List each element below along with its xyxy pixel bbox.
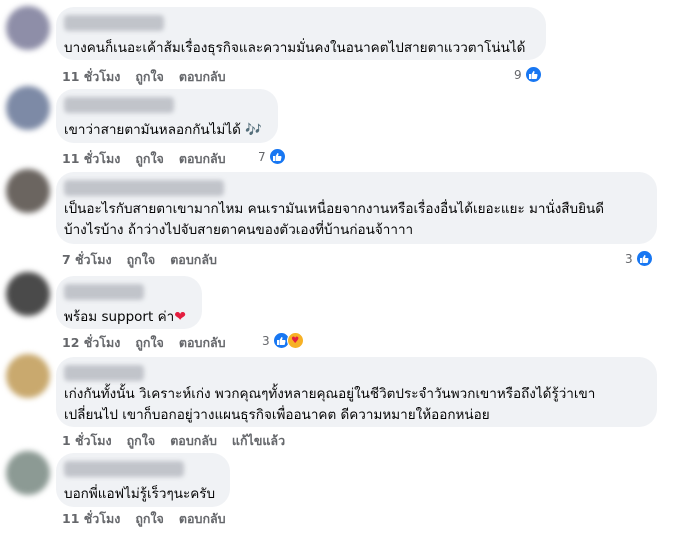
comment-text: เก่งกันทั้งนั้น วิเคราะห์เก่ง พวกคุณๆทั้… (64, 386, 596, 423)
like-button[interactable]: ถูกใจ (135, 509, 164, 529)
author-name[interactable] (64, 180, 224, 196)
comment-actions: 11 ชั่วโมง ถูกใจ ตอบกลับ (62, 509, 226, 529)
comment-text: บางคนก็เนอะเค้าส้มเรื่องธุรกิจและความมั่… (64, 40, 526, 56)
comment-actions: 11 ชั่วโมง ถูกใจ ตอบกลับ (62, 67, 226, 87)
like-button[interactable]: ถูกใจ (135, 149, 164, 169)
avatar[interactable] (6, 451, 50, 495)
thumbs-up-icon (268, 148, 286, 165)
author-name[interactable] (64, 461, 184, 477)
like-button[interactable]: ถูกใจ (135, 333, 164, 353)
reaction-count[interactable]: 3 (625, 250, 653, 267)
author-name[interactable] (64, 284, 144, 300)
avatar[interactable] (6, 354, 50, 398)
reaction-count[interactable]: 7 (258, 148, 286, 165)
like-button[interactable]: ถูกใจ (135, 67, 164, 87)
timestamp[interactable]: 11 ชั่วโมง (62, 67, 120, 87)
comment-bubble: เป็นอะไรกับสายตาเขามากไหม คนเรามันเหนื่อ… (56, 172, 657, 244)
comment-bubble: พร้อม support ค่า❤ (56, 276, 202, 329)
heart-emoji: ❤ (174, 309, 186, 325)
author-name[interactable] (64, 15, 164, 31)
like-button[interactable]: ถูกใจ (127, 431, 156, 451)
reply-button[interactable]: ตอบกลับ (179, 67, 226, 87)
reply-button[interactable]: ตอบกลับ (179, 149, 226, 169)
comment-actions: 11 ชั่วโมง ถูกใจ ตอบกลับ (62, 149, 226, 169)
thumbs-up-icon (524, 66, 542, 83)
thumbs-up-icon (635, 250, 653, 267)
timestamp[interactable]: 11 ชั่วโมง (62, 509, 120, 529)
timestamp[interactable]: 7 ชั่วโมง (62, 250, 112, 270)
comment-bubble: เก่งกันทั้งนั้น วิเคราะห์เก่ง พวกคุณๆทั้… (56, 357, 657, 427)
avatar[interactable] (6, 169, 50, 213)
comment-actions: 1 ชั่วโมง ถูกใจ ตอบกลับ แก้ไขแล้ว (62, 431, 285, 451)
comment-actions: 12 ชั่วโมง ถูกใจ ตอบกลับ (62, 333, 226, 353)
reply-button[interactable]: ตอบกลับ (170, 431, 217, 451)
comment-text: เขาว่าสายตามันหลอกกันไม่ได้ 🎶 (64, 122, 262, 138)
next-comment-edge (0, 528, 695, 533)
reply-button[interactable]: ตอบกลับ (179, 333, 226, 353)
avatar[interactable] (6, 86, 50, 130)
avatar[interactable] (6, 272, 50, 316)
reaction-count[interactable]: 9 (514, 66, 542, 83)
comment-bubble: เขาว่าสายตามันหลอกกันไม่ได้ 🎶 (56, 89, 278, 143)
comment-bubble: บอกพี่แอฟไม่รู้เร็วๆนะครับ (56, 453, 230, 507)
reply-button[interactable]: ตอบกลับ (170, 250, 217, 270)
comment-bubble: บางคนก็เนอะเค้าส้มเรื่องธุรกิจและความมั่… (56, 7, 546, 60)
author-name[interactable] (64, 365, 144, 381)
comment-text: เป็นอะไรกับสายตาเขามากไหม คนเรามันเหนื่อ… (64, 201, 605, 238)
comment-actions: 7 ชั่วโมง ถูกใจ ตอบกลับ (62, 250, 217, 270)
like-button[interactable]: ถูกใจ (127, 250, 156, 270)
comment-text: บอกพี่แอฟไม่รู้เร็วๆนะครับ (64, 486, 216, 502)
timestamp[interactable]: 1 ชั่วโมง (62, 431, 112, 451)
timestamp[interactable]: 11 ชั่วโมง (62, 149, 120, 169)
author-name[interactable] (64, 97, 174, 113)
care-reaction-icon: ♥ (286, 332, 304, 349)
reaction-count[interactable]: 3 ♥ (262, 332, 304, 349)
comment-text: พร้อม support ค่า❤ (64, 309, 186, 325)
timestamp[interactable]: 12 ชั่วโมง (62, 333, 120, 353)
reply-button[interactable]: ตอบกลับ (179, 509, 226, 529)
edited-label[interactable]: แก้ไขแล้ว (232, 431, 285, 451)
avatar[interactable] (6, 6, 50, 50)
